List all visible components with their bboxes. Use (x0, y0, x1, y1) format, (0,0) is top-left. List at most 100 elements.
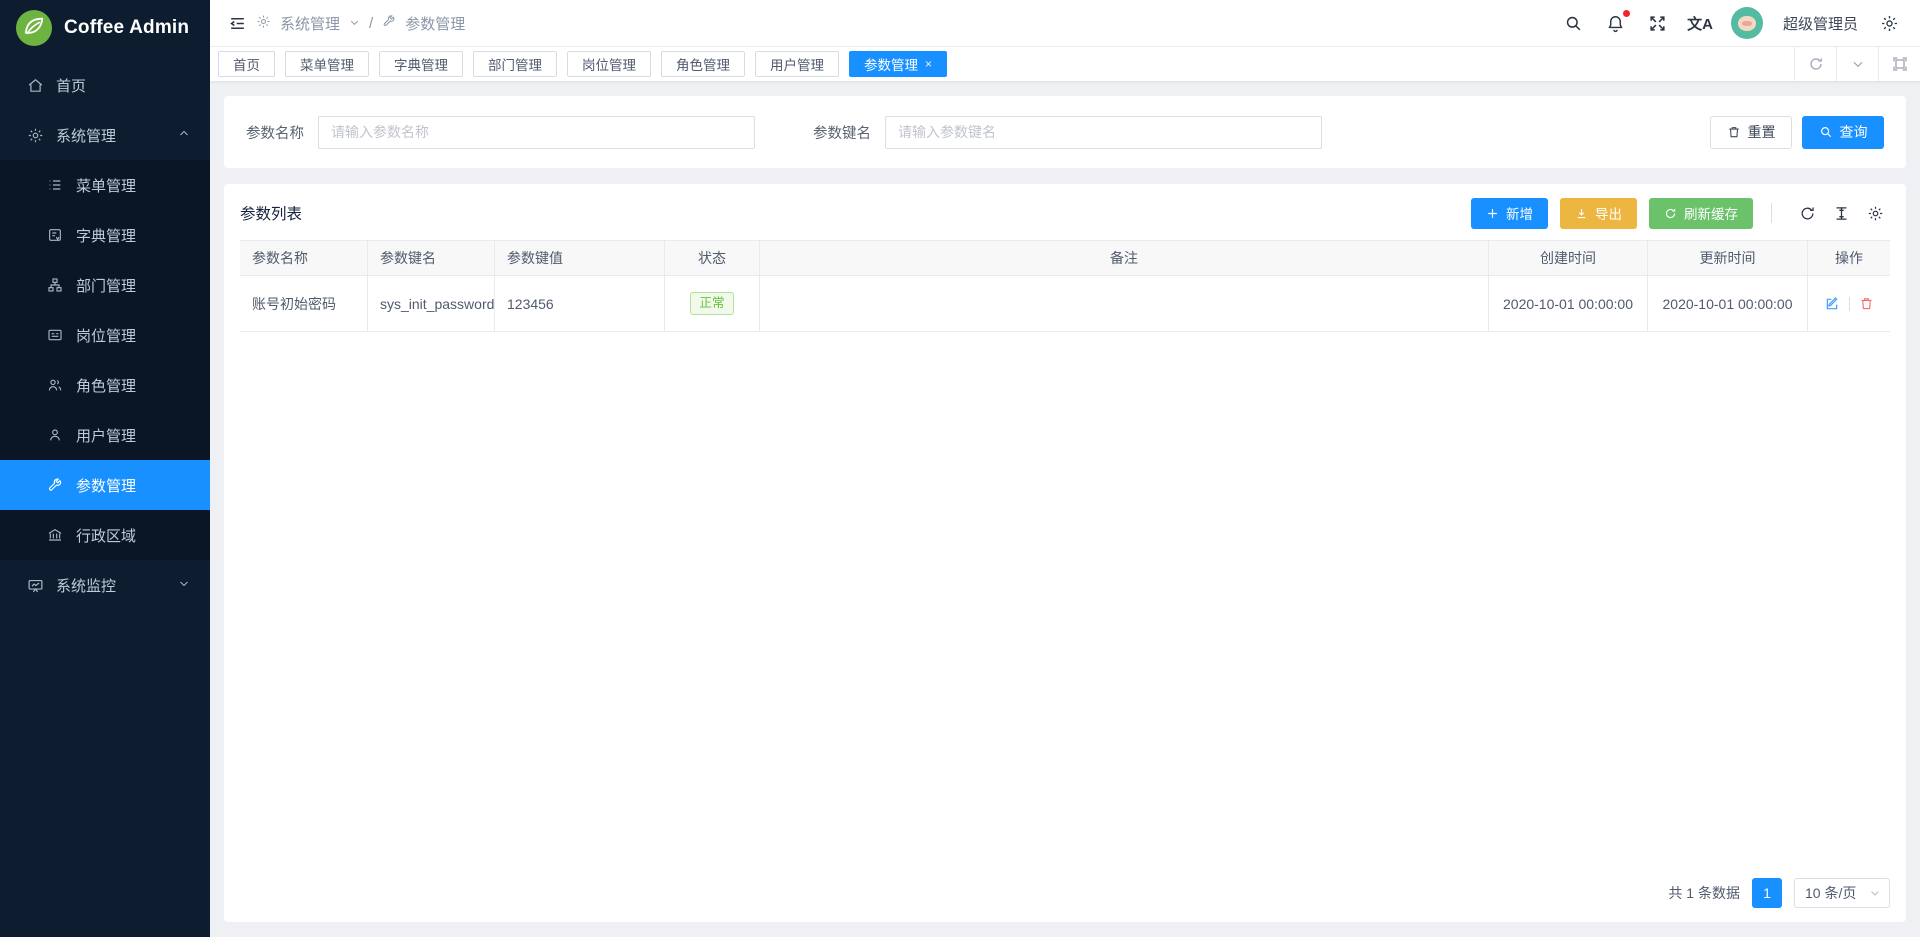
top-header: 系统管理 / 参数管理 (210, 0, 1920, 47)
sidebar-item-label: 菜单管理 (76, 175, 136, 196)
sidebar-submenu-system: 菜单管理 字典管理 部门管理 (0, 160, 210, 560)
tab-home[interactable]: 首页 (218, 51, 275, 77)
tab-role-mgmt[interactable]: 角色管理 (661, 51, 745, 77)
divider (1849, 297, 1850, 311)
delete-icon[interactable] (1859, 296, 1874, 311)
table-header: 参数名称 参数键名 参数键值 状态 备注 创建时间 更新时间 操作 (240, 241, 1890, 276)
sidebar-item-menu-mgmt[interactable]: 菜单管理 (0, 160, 210, 210)
cell-actions (1808, 276, 1890, 332)
header-actions: 文A 超级管理员 (1563, 7, 1900, 39)
sidebar-item-label: 用户管理 (76, 425, 136, 446)
search-button[interactable]: 查询 (1802, 116, 1884, 149)
tab-param-mgmt[interactable]: 参数管理 × (849, 51, 947, 77)
add-button[interactable]: 新增 (1471, 198, 1548, 229)
column-settings-gear-icon[interactable] (1860, 198, 1890, 228)
col-header-name: 参数名称 (240, 241, 368, 276)
home-icon (26, 76, 44, 94)
export-button[interactable]: 导出 (1560, 198, 1637, 229)
sidebar-item-dept-mgmt[interactable]: 部门管理 (0, 260, 210, 310)
main-area: 系统管理 / 参数管理 (210, 0, 1920, 937)
user-name[interactable]: 超级管理员 (1783, 13, 1858, 34)
avatar[interactable] (1731, 7, 1763, 39)
add-label: 新增 (1506, 203, 1533, 223)
breadcrumb-wrench-icon (382, 14, 396, 32)
tab-post-mgmt[interactable]: 岗位管理 (567, 51, 651, 77)
monitor-icon (26, 576, 44, 594)
sidebar-item-param-mgmt[interactable]: 参数管理 (0, 460, 210, 510)
refresh-table-icon[interactable] (1792, 198, 1822, 228)
param-name-input[interactable] (318, 116, 755, 149)
sidebar-menu: 首页 系统管理 菜单管理 (0, 60, 210, 610)
sidebar-item-system[interactable]: 系统管理 (0, 110, 210, 160)
sidebar-collapse-icon[interactable] (228, 14, 247, 33)
app-title: Coffee Admin (64, 17, 189, 39)
col-header-key: 参数键名 (368, 241, 495, 276)
sidebar-item-label: 首页 (56, 75, 86, 96)
filter-actions: 重置 查询 (1710, 116, 1884, 149)
sidebar-item-user-mgmt[interactable]: 用户管理 (0, 410, 210, 460)
breadcrumb-gear-icon (256, 14, 271, 33)
sidebar-item-role-mgmt[interactable]: 角色管理 (0, 360, 210, 410)
reset-button[interactable]: 重置 (1710, 116, 1792, 149)
col-header-created: 创建时间 (1489, 241, 1648, 276)
param-key-label: 参数键名 (813, 122, 871, 143)
breadcrumb-level1[interactable]: 系统管理 (280, 13, 340, 34)
reset-label: 重置 (1748, 122, 1776, 142)
tab-user-mgmt[interactable]: 用户管理 (755, 51, 839, 77)
settings-gear-icon[interactable] (1878, 12, 1900, 34)
cell-param-name: 账号初始密码 (240, 276, 368, 332)
sidebar-item-label: 参数管理 (76, 475, 136, 496)
close-icon[interactable]: × (925, 57, 932, 71)
trash-icon (1727, 125, 1741, 139)
export-label: 导出 (1595, 203, 1622, 223)
app-layout: Coffee Admin 首页 系统管理 (0, 0, 1920, 937)
page-number-button[interactable]: 1 (1752, 878, 1782, 908)
table-body: 账号初始密码 sys_init_password 123456 正常 2020-… (240, 276, 1890, 332)
divider (1771, 203, 1772, 223)
tabs: 首页 菜单管理 字典管理 部门管理 岗位管理 角色管理 用户管理 参数管理 × (210, 47, 955, 81)
roles-icon (46, 376, 64, 394)
sidebar-item-label: 系统管理 (56, 125, 116, 146)
sidebar-item-label: 岗位管理 (76, 325, 136, 346)
edit-icon[interactable] (1824, 296, 1840, 312)
refresh-cache-button[interactable]: 刷新缓存 (1649, 198, 1753, 229)
card-title: 参数列表 (240, 202, 302, 224)
status-badge: 正常 (690, 292, 733, 315)
tab-dept-mgmt[interactable]: 部门管理 (473, 51, 557, 77)
fullscreen-icon[interactable] (1647, 12, 1669, 34)
refresh-icon[interactable] (1794, 47, 1836, 81)
sidebar-item-dict-mgmt[interactable]: 字典管理 (0, 210, 210, 260)
sidebar-item-monitor[interactable]: 系统监控 (0, 560, 210, 610)
param-key-input[interactable] (885, 116, 1322, 149)
download-icon (1575, 207, 1588, 220)
tab-dict-mgmt[interactable]: 字典管理 (379, 51, 463, 77)
row-density-icon[interactable] (1826, 198, 1856, 228)
id-badge-icon (46, 326, 64, 344)
tab-menu-mgmt[interactable]: 菜单管理 (285, 51, 369, 77)
chevron-down-icon (349, 15, 360, 32)
user-icon (46, 426, 64, 444)
breadcrumb-level2: 参数管理 (405, 13, 465, 34)
sidebar-item-label: 部门管理 (76, 275, 136, 296)
sidebar-item-post-mgmt[interactable]: 岗位管理 (0, 310, 210, 360)
sidebar-item-home[interactable]: 首页 (0, 60, 210, 110)
sidebar: Coffee Admin 首页 系统管理 (0, 0, 210, 937)
app-logo: Coffee Admin (0, 0, 210, 56)
translate-icon[interactable]: 文A (1689, 12, 1711, 34)
sidebar-item-label: 字典管理 (76, 225, 136, 246)
notification-bell-icon[interactable] (1605, 12, 1627, 34)
refresh-icon (1664, 207, 1677, 220)
col-header-value: 参数键值 (495, 241, 665, 276)
cell-status: 正常 (665, 276, 760, 332)
sidebar-item-region-mgmt[interactable]: 行政区域 (0, 510, 210, 560)
cell-updated-time: 2020-10-01 00:00:00 (1648, 276, 1808, 332)
chevron-down-icon (1869, 887, 1881, 899)
maximize-icon[interactable] (1878, 47, 1920, 81)
tab-bar: 首页 菜单管理 字典管理 部门管理 岗位管理 角色管理 用户管理 参数管理 × (210, 47, 1920, 81)
search-icon[interactable] (1563, 12, 1585, 34)
chevron-down-icon[interactable] (1836, 47, 1878, 81)
tab-controls (1794, 47, 1920, 81)
page-size-value: 10 条/页 (1805, 883, 1856, 903)
page-size-select[interactable]: 10 条/页 (1794, 878, 1890, 908)
notification-badge-dot (1623, 10, 1630, 17)
